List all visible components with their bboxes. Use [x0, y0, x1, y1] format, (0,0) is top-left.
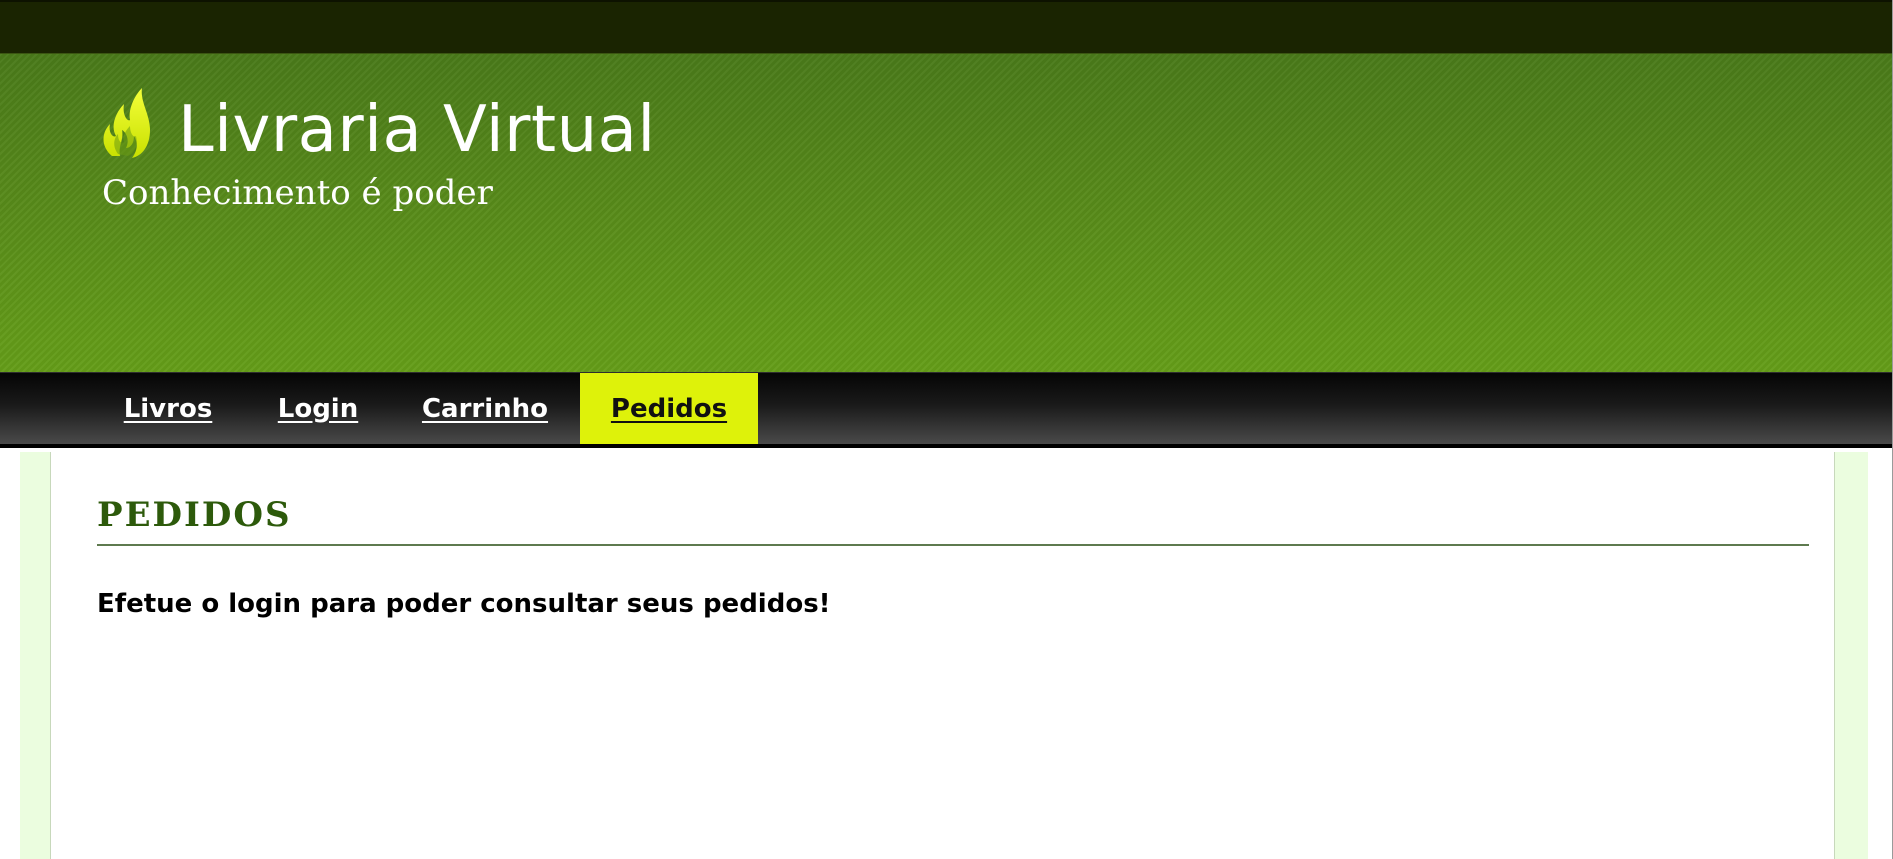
main-panel: PEDIDOS Efetue o login para poder consul…	[50, 452, 1835, 859]
site-title: Livraria Virtual	[178, 93, 656, 167]
nav-item-livros[interactable]: Livros	[96, 373, 240, 444]
top-strip	[0, 0, 1892, 54]
nav-item-pedidos[interactable]: Pedidos	[580, 373, 758, 444]
title-divider	[97, 544, 1809, 546]
site-header: Livraria Virtual Conhecimento é poder	[0, 54, 1892, 372]
page-title: PEDIDOS	[97, 495, 292, 535]
main-nav: Livros Login Carrinho Pedidos	[0, 372, 1892, 448]
flame-icon	[98, 86, 154, 162]
nav-item-carrinho[interactable]: Carrinho	[396, 373, 574, 444]
site-tagline: Conhecimento é poder	[102, 173, 493, 213]
page: Livraria Virtual Conhecimento é poder Li…	[0, 0, 1893, 859]
content-area: PEDIDOS Efetue o login para poder consul…	[20, 452, 1868, 859]
login-required-message: Efetue o login para poder consultar seus…	[97, 589, 831, 619]
nav-item-login[interactable]: Login	[250, 373, 386, 444]
